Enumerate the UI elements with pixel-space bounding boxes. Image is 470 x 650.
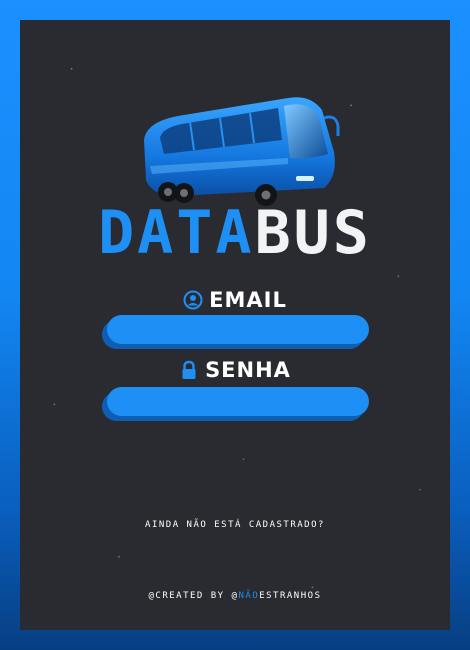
credit-text: @CREATED BY @NÃOESTRANHOS bbox=[20, 591, 450, 601]
senha-label-text: SENHA bbox=[205, 358, 291, 382]
credit-prefix: @CREATED BY @ bbox=[148, 591, 239, 601]
email-field[interactable] bbox=[107, 315, 369, 344]
lock-icon bbox=[182, 360, 196, 379]
user-circle-icon bbox=[183, 290, 203, 310]
signup-link[interactable]: AINDA NÃO ESTÁ CADASTRADO? bbox=[20, 520, 450, 530]
senha-label: SENHA bbox=[20, 358, 450, 382]
password-field[interactable] bbox=[107, 387, 369, 416]
credit-highlight: NÃO bbox=[238, 591, 260, 601]
logo-part-data: DATA bbox=[98, 198, 255, 268]
app-logo: DATABUS bbox=[20, 198, 450, 268]
email-label-text: EMAIL bbox=[209, 288, 287, 312]
logo-part-bus: BUS bbox=[254, 198, 372, 268]
login-panel: DATABUS EMAIL SENHA AINDA NÃO ESTÁ CADAS… bbox=[20, 20, 450, 630]
credit-suffix: ESTRANHOS bbox=[259, 591, 322, 601]
bus-illustration bbox=[144, 97, 340, 206]
email-label: EMAIL bbox=[20, 288, 450, 312]
